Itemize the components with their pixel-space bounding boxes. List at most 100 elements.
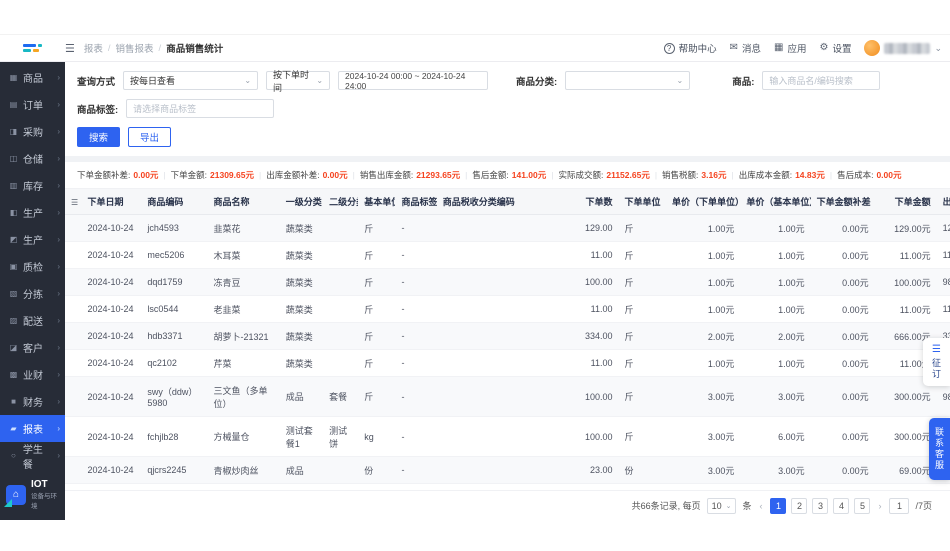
page-button[interactable]: 1 bbox=[770, 497, 787, 514]
column-header: 单价（下单单位） bbox=[666, 189, 741, 215]
tag-select[interactable]: 请选择商品标签 bbox=[126, 99, 275, 118]
cell: 1.00元 bbox=[666, 295, 741, 323]
iot-icon: ⌂ bbox=[4, 484, 26, 507]
sidebar-item-customers[interactable]: ◪ 客户 › bbox=[0, 334, 65, 361]
cell: 69.00元 bbox=[874, 456, 937, 484]
chevron-right-icon: › bbox=[57, 343, 60, 352]
sidebar-item-production-2[interactable]: ◩ 生产 › bbox=[0, 226, 65, 253]
subscribe-widget[interactable]: ☰ 征订 bbox=[923, 338, 950, 386]
time-type-select[interactable]: 按下单时间 ⌄ bbox=[266, 70, 331, 93]
settings-button[interactable]: ⚙ 设置 bbox=[819, 41, 851, 56]
sidebar-item-delivery[interactable]: ▨ 配送 › bbox=[0, 307, 65, 334]
cell: 蔬菜类 bbox=[279, 241, 324, 269]
table-header-row: ☰下单日期商品编码商品名称一级分类二级分类基本单位商品标签商品税收分类编码下单数… bbox=[65, 189, 950, 215]
help-center-button[interactable]: ? 帮助中心 bbox=[663, 41, 717, 55]
table-row[interactable]: 2024-10-24 fchjlb28 方械量仓 测试套餐1 测试饼 kg - 100.00 斤… bbox=[65, 416, 950, 457]
sidebar-item-inventory[interactable]: ▥ 库存 › bbox=[0, 172, 65, 199]
column-header: 单价（基本单位） bbox=[740, 189, 811, 215]
summary-value: 0.00元 bbox=[322, 170, 348, 180]
summary-item: 销售出库金额: 21293.65元 bbox=[360, 169, 460, 181]
goods-icon: ▦ bbox=[9, 73, 18, 82]
apps-button[interactable]: ▦ 应用 bbox=[774, 41, 807, 56]
total-records-text: 共66条记录, 每页 bbox=[631, 501, 701, 511]
cell: 冻青豆 bbox=[207, 268, 280, 296]
iot-subtitle: 设备与环境 bbox=[31, 493, 57, 510]
cell: 3.00元 bbox=[666, 456, 741, 484]
table-row[interactable]: 2024-10-24 swy（ddw）5980 三文鱼（多单位） 成品 套餐斤 -100.… bbox=[65, 376, 950, 417]
cell: 1.00元 bbox=[740, 241, 811, 269]
business-finance-icon: ▩ bbox=[9, 370, 18, 379]
cell: 韭菜花 bbox=[207, 214, 280, 242]
sidebar-item-finance[interactable]: ■ 财务 › bbox=[0, 388, 65, 415]
sidebar-item-production[interactable]: ◧ 生产 › bbox=[0, 199, 65, 226]
product-search-input[interactable]: 输入商品名/编码搜索 bbox=[762, 71, 881, 90]
table-row[interactable]: 2024-10-24 dqd1759 冻青豆 蔬菜类斤 -100.00 斤 1.00元 1.0… bbox=[65, 268, 950, 296]
warehouse-icon: ◫ bbox=[9, 154, 18, 163]
table-row[interactable]: 2024-10-24 mec5206 木耳菜 蔬菜类斤 -11.00 斤 1.00元 1.00… bbox=[65, 241, 950, 269]
summary-label: 销售出库金额: bbox=[359, 170, 414, 180]
sidebar-item-warehouse[interactable]: ◫ 仓储 › bbox=[0, 145, 65, 172]
page-size-unit: 条 bbox=[742, 501, 752, 511]
messages-button[interactable]: ✉ 消息 bbox=[729, 41, 761, 56]
page-size-select[interactable]: 10 ⌄ bbox=[706, 497, 737, 514]
category-select[interactable]: ⌄ bbox=[565, 71, 691, 90]
cell: - bbox=[395, 295, 437, 323]
sidebar-item-label: 分拣 bbox=[23, 290, 43, 301]
column-settings-icon[interactable]: ☰ bbox=[71, 198, 78, 207]
sidebar-item-business-finance[interactable]: ▩ 业财 › bbox=[0, 361, 65, 388]
tag-label: 商品标签: bbox=[77, 104, 119, 116]
table-row[interactable]: 2024-10-24 qc2102 芹菜 蔬菜类斤 -11.00 斤 1.00元 1.00元 0… bbox=[65, 349, 950, 377]
quality-check-icon: ▣ bbox=[9, 262, 18, 271]
date-range-picker[interactable]: 2024-10-24 00:00 ~ 2024-10-24 24:00 bbox=[338, 71, 489, 91]
summary-item: 售后金额: 141.00元 bbox=[472, 169, 546, 181]
sidebar-item-quality-check[interactable]: ▣ 质检 › bbox=[0, 253, 65, 280]
summary-value: 3.16元 bbox=[701, 170, 727, 180]
summary-label: 下单金额补差: bbox=[77, 170, 131, 180]
sidebar-item-reports[interactable]: ▰ 报表 › bbox=[0, 415, 65, 442]
sidebar-item-goods[interactable]: ▦ 商品 › bbox=[0, 64, 65, 91]
search-button[interactable]: 搜索 bbox=[77, 127, 121, 147]
cell bbox=[436, 295, 559, 323]
summary-divider: | bbox=[731, 170, 734, 180]
cell: - bbox=[395, 456, 437, 484]
page-jump-input[interactable]: 1 bbox=[889, 497, 910, 514]
cell: 100.00 bbox=[558, 268, 619, 296]
chevron-right-icon: › bbox=[57, 73, 60, 82]
cell: 蔬菜类 bbox=[279, 295, 324, 323]
page-button[interactable]: 3 bbox=[812, 497, 829, 514]
column-settings-header[interactable]: ☰ bbox=[65, 189, 82, 215]
user-menu[interactable]: ⌄ bbox=[864, 40, 942, 56]
summary-item: 售后成本: 0.00元 bbox=[837, 169, 901, 181]
page-button[interactable]: 5 bbox=[854, 497, 871, 514]
table-row[interactable]: 2024-10-24 qjcrs2245 青椒炒肉丝 成品份 -23.00 份 3.00元 3… bbox=[65, 456, 950, 484]
cell: 11.00元 bbox=[874, 295, 937, 323]
sidebar-item-orders[interactable]: ▤ 订单 › bbox=[0, 91, 65, 118]
chevron-right-icon: › bbox=[57, 235, 60, 244]
table-row[interactable]: 2024-10-24 jch4593 韭菜花 蔬菜类斤 -129.00 斤 1.00元 1.0… bbox=[65, 214, 950, 242]
table-row[interactable]: 2024-10-24 lsc0544 老韭菜 蔬菜类斤 -11.00 斤 1.00元 1.00… bbox=[65, 295, 950, 323]
cell bbox=[323, 295, 359, 323]
page-button[interactable]: 4 bbox=[833, 497, 850, 514]
page-button[interactable]: 2 bbox=[791, 497, 808, 514]
next-page-button[interactable]: › bbox=[876, 501, 883, 511]
cell: 成品 bbox=[279, 376, 324, 417]
breadcrumb-item[interactable]: 销售报表 bbox=[116, 41, 154, 55]
sidebar-collapse-icon[interactable]: ☰ bbox=[65, 42, 75, 55]
export-button[interactable]: 导出 bbox=[128, 127, 172, 147]
messages-label: 消息 bbox=[741, 44, 761, 55]
breadcrumb-item[interactable]: 报表 bbox=[84, 41, 103, 55]
table-row[interactable]: 2024-10-24 hdb3371 胡萝卜-21321 蔬菜类斤 -334.00 斤 2.… bbox=[65, 322, 950, 350]
cell bbox=[436, 416, 559, 457]
cell: 2024-10-24 bbox=[81, 295, 142, 323]
prev-page-button[interactable]: ‹ bbox=[757, 501, 764, 511]
sidebar-item-student-meal[interactable]: ○ 学生餐 › bbox=[0, 442, 65, 471]
message-icon: ✉ bbox=[729, 42, 738, 53]
apps-label: 应用 bbox=[787, 44, 807, 55]
sidebar-item-sorting[interactable]: ▧ 分拣 › bbox=[0, 280, 65, 307]
query-mode-select[interactable]: 按每日查看 ⌄ bbox=[123, 71, 259, 90]
cell: 1.00元 bbox=[740, 295, 811, 323]
summary-label: 销售税额: bbox=[662, 170, 699, 180]
customer-service-button[interactable]: 联系客服 bbox=[929, 418, 950, 480]
summary-value: 21293.65元 bbox=[416, 170, 461, 180]
sidebar-item-purchase[interactable]: ◨ 采购 › bbox=[0, 118, 65, 145]
